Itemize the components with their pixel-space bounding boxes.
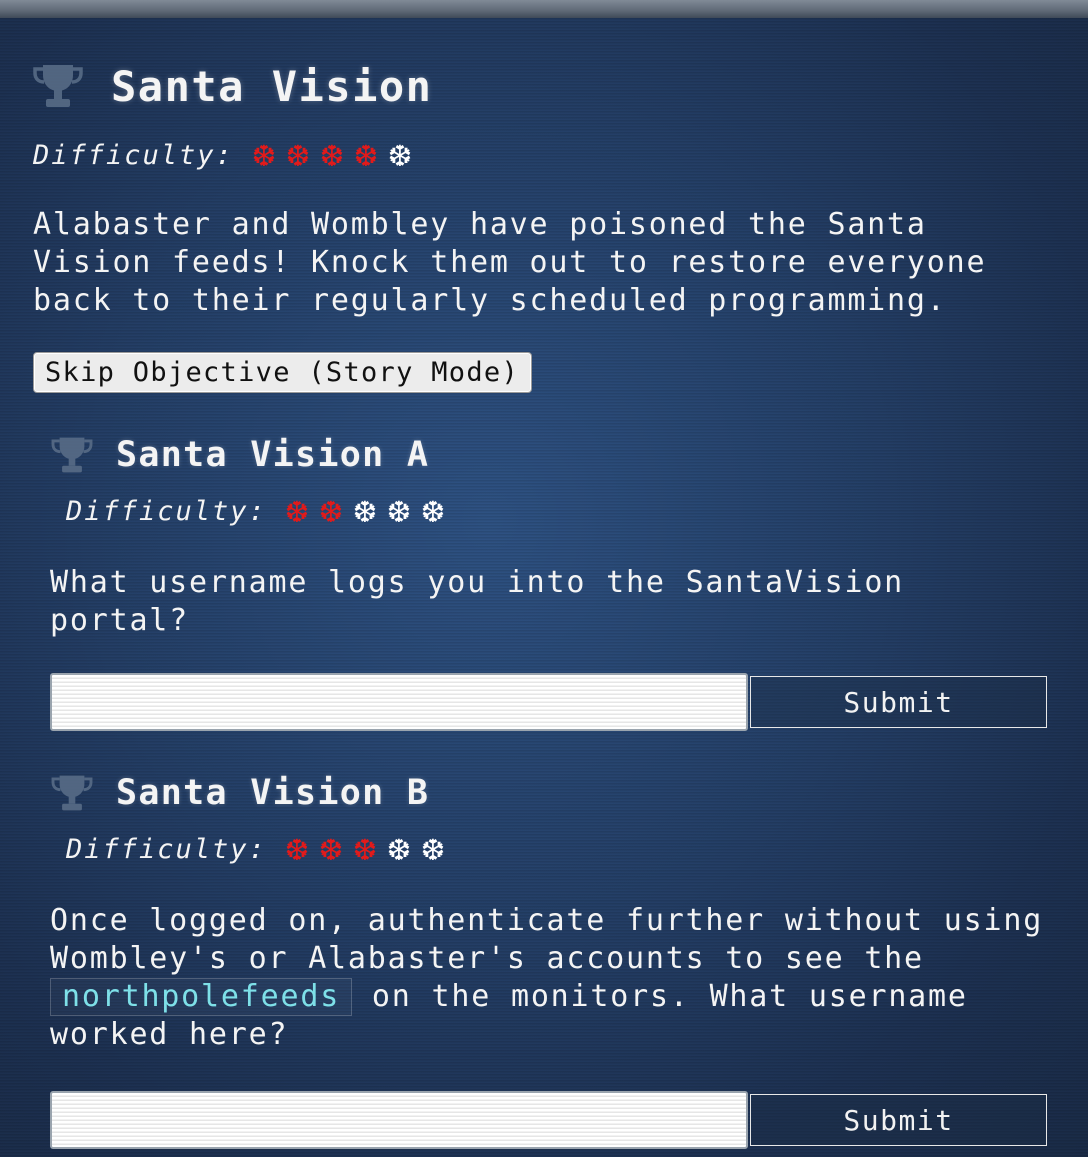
submit-button[interactable]: Submit xyxy=(750,676,1047,728)
question-text: on the monitors. What username xyxy=(352,979,968,1014)
snowflake-icon-empty: ❆ xyxy=(388,134,413,175)
question-line: northpolefeeds on the monitors. What use… xyxy=(50,978,1050,1016)
subobjective-title: Santa Vision B xyxy=(116,773,430,813)
snowflake-icon-filled: ❆ xyxy=(354,134,379,175)
window-top-bar xyxy=(0,0,1088,18)
difficulty-rating: ❆ ❆ ❆ ❆ ❆ xyxy=(281,831,451,867)
subobjective-a: Santa Vision A Difficulty: ❆ ❆ ❆ ❆ ❆ What us… xyxy=(50,432,1050,732)
difficulty-rating: ❆ ❆ ❆ ❆ ❆ xyxy=(248,137,418,173)
answer-row: Submit xyxy=(50,672,1048,732)
snowflake-icon-filled: ❆ xyxy=(285,490,310,531)
subobjective-question: What username logs you into the SantaVis… xyxy=(50,565,905,638)
inline-code: northpolefeeds xyxy=(50,978,353,1016)
snowflake-icon-empty: ❆ xyxy=(387,490,412,531)
snowflake-icon-filled: ❆ xyxy=(319,828,344,869)
snowflake-icon-filled: ❆ xyxy=(319,490,344,531)
snowflake-icon-filled: ❆ xyxy=(252,134,277,175)
snowflake-icon-empty: ❆ xyxy=(421,828,446,869)
difficulty-rating: ❆ ❆ ❆ ❆ ❆ xyxy=(281,493,451,529)
answer-row: Submit xyxy=(50,1090,1048,1150)
objective-title: Santa Vision xyxy=(111,61,433,111)
question-line: Wombley's or Alabaster's accounts to see… xyxy=(50,941,924,976)
subobjective-title: Santa Vision A xyxy=(116,435,430,475)
objective-difficulty: Difficulty: ❆ ❆ ❆ ❆ ❆ xyxy=(33,132,1053,178)
answer-input[interactable] xyxy=(50,1091,748,1149)
answer-input[interactable] xyxy=(50,673,748,731)
snowflake-icon-filled: ❆ xyxy=(285,828,310,869)
submit-button[interactable]: Submit xyxy=(750,1094,1047,1146)
trophy-icon xyxy=(50,436,94,474)
subobjective-b: Santa Vision B Difficulty: ❆ ❆ ❆ ❆ ❆ Once lo… xyxy=(50,770,1050,1150)
trophy-icon xyxy=(50,774,94,812)
trophy-icon xyxy=(33,63,83,109)
snowflake-icon-empty: ❆ xyxy=(387,828,412,869)
skip-objective-button[interactable]: Skip Objective (Story Mode) xyxy=(33,352,532,393)
question-line: worked here? xyxy=(50,1017,289,1052)
snowflake-icon-filled: ❆ xyxy=(286,134,311,175)
objective-panel: Santa Vision Difficulty: ❆ ❆ ❆ ❆ ❆ Alabaster… xyxy=(33,40,1053,1149)
subobjective-difficulty: Difficulty: ❆ ❆ ❆ ❆ ❆ xyxy=(66,488,1050,534)
subobjective-b-header: Santa Vision B xyxy=(50,770,1050,816)
difficulty-label: Difficulty: xyxy=(66,495,267,527)
snowflake-icon-empty: ❆ xyxy=(421,490,446,531)
difficulty-label: Difficulty: xyxy=(33,139,234,171)
question-line: Once logged on, authenticate further wit… xyxy=(50,903,1044,938)
subobjective-a-header: Santa Vision A xyxy=(50,432,1050,478)
subobjective-difficulty: Difficulty: ❆ ❆ ❆ ❆ ❆ xyxy=(66,826,1050,872)
objective-description: Alabaster and Wombley have poisoned the … xyxy=(33,207,987,318)
difficulty-label: Difficulty: xyxy=(66,833,267,865)
snowflake-icon-filled: ❆ xyxy=(353,828,378,869)
subobjective-question: Once logged on, authenticate further wit… xyxy=(50,902,1050,1054)
snowflake-icon-filled: ❆ xyxy=(320,134,345,175)
objective-header: Santa Vision xyxy=(33,40,1053,132)
snowflake-icon-empty: ❆ xyxy=(353,490,378,531)
